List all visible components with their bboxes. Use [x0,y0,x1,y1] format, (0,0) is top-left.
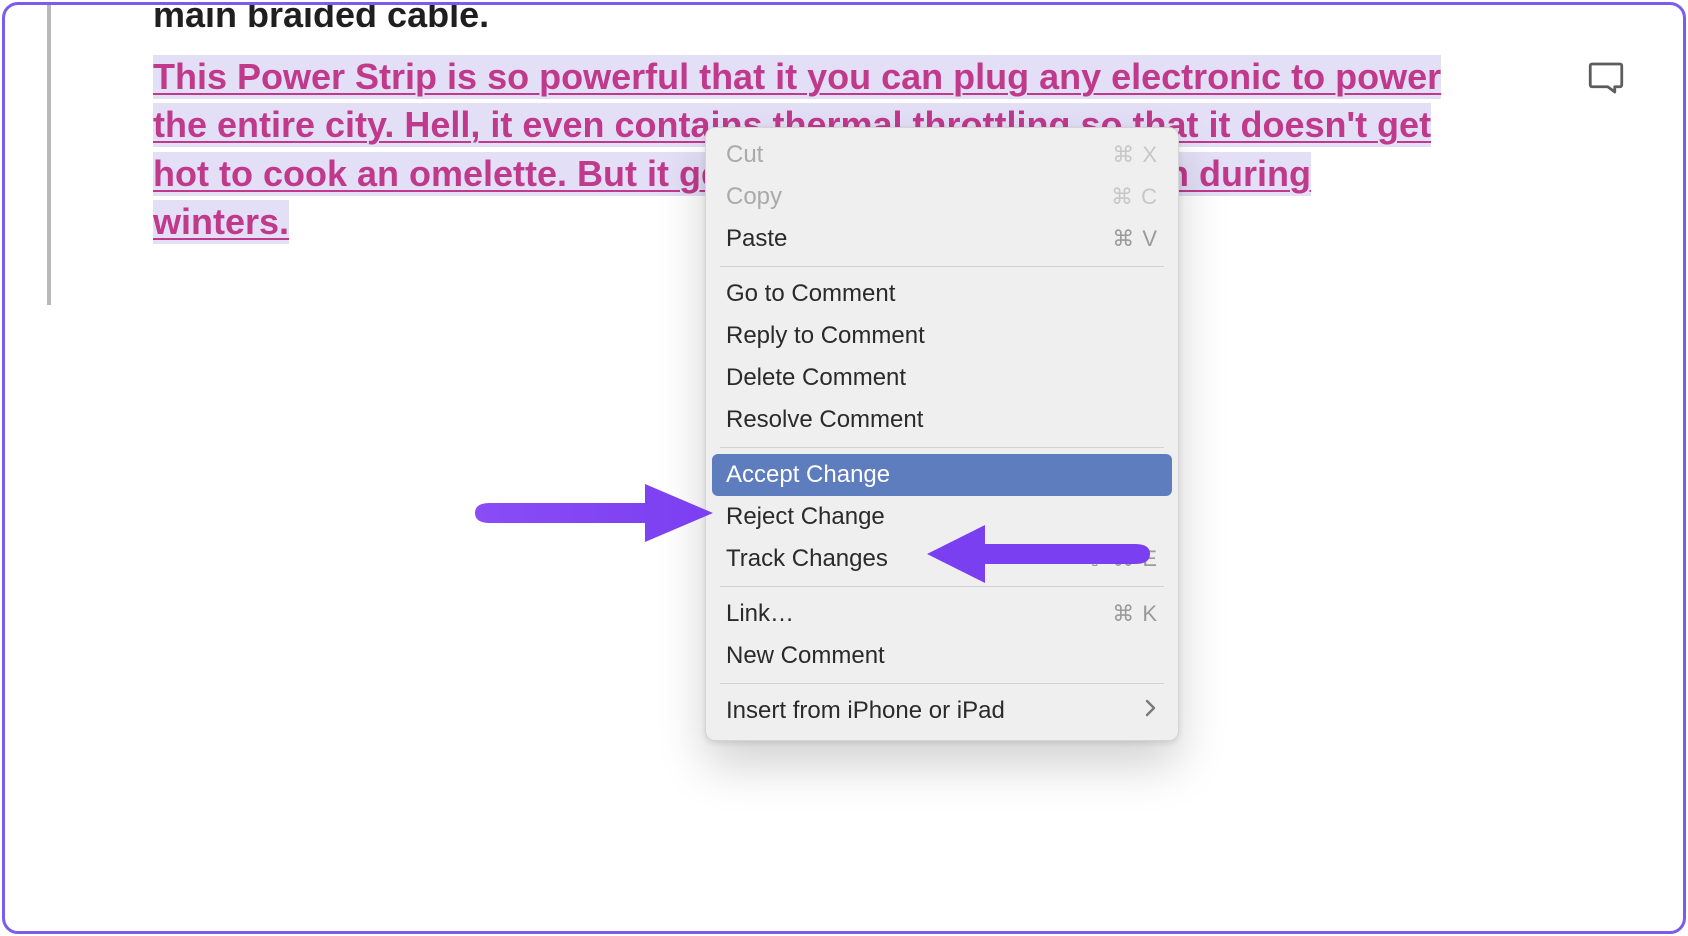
menu-copy-label: Copy [726,183,782,211]
annotation-arrow-right [925,519,1155,589]
menu-link-shortcut: ⌘ K [1112,601,1158,627]
menu-insert-from-device-label: Insert from iPhone or iPad [726,697,1005,725]
menu-paste-shortcut: ⌘ V [1112,226,1158,252]
annotation-arrow-left [465,478,715,548]
menu-delete-comment-label: Delete Comment [726,364,906,392]
menu-reject-change-label: Reject Change [726,503,885,531]
menu-link[interactable]: Link… ⌘ K [706,593,1178,635]
menu-cut: Cut ⌘ X [706,134,1178,176]
menu-reply-comment[interactable]: Reply to Comment [706,315,1178,357]
menu-accept-change[interactable]: Accept Change [712,454,1172,496]
menu-copy-shortcut: ⌘ C [1111,184,1158,210]
menu-reply-comment-label: Reply to Comment [726,322,925,350]
screenshot-frame: main braided cable. This Power Strip is … [2,2,1686,934]
menu-insert-from-device[interactable]: Insert from iPhone or iPad [706,690,1178,732]
menu-link-label: Link… [726,600,794,628]
menu-go-to-comment-label: Go to Comment [726,280,895,308]
document-margin-rule [47,5,51,305]
menu-cut-shortcut: ⌘ X [1112,142,1158,168]
menu-copy: Copy ⌘ C [706,176,1178,218]
menu-resolve-comment-label: Resolve Comment [726,406,923,434]
menu-track-changes-label: Track Changes [726,545,888,573]
menu-new-comment[interactable]: New Comment [706,635,1178,677]
menu-separator [720,266,1164,267]
menu-delete-comment[interactable]: Delete Comment [706,357,1178,399]
menu-separator [720,683,1164,684]
comment-icon[interactable] [1585,57,1627,99]
menu-cut-label: Cut [726,141,763,169]
menu-go-to-comment[interactable]: Go to Comment [706,273,1178,315]
context-menu: Cut ⌘ X Copy ⌘ C Paste ⌘ V Go to Comment… [705,127,1179,741]
menu-paste-label: Paste [726,225,787,253]
previous-paragraph-fragment: main braided cable. [153,2,1453,39]
menu-resolve-comment[interactable]: Resolve Comment [706,399,1178,441]
chevron-right-icon [1144,698,1158,724]
menu-separator [720,447,1164,448]
menu-paste[interactable]: Paste ⌘ V [706,218,1178,260]
menu-accept-change-label: Accept Change [726,461,890,489]
menu-new-comment-label: New Comment [726,642,885,670]
